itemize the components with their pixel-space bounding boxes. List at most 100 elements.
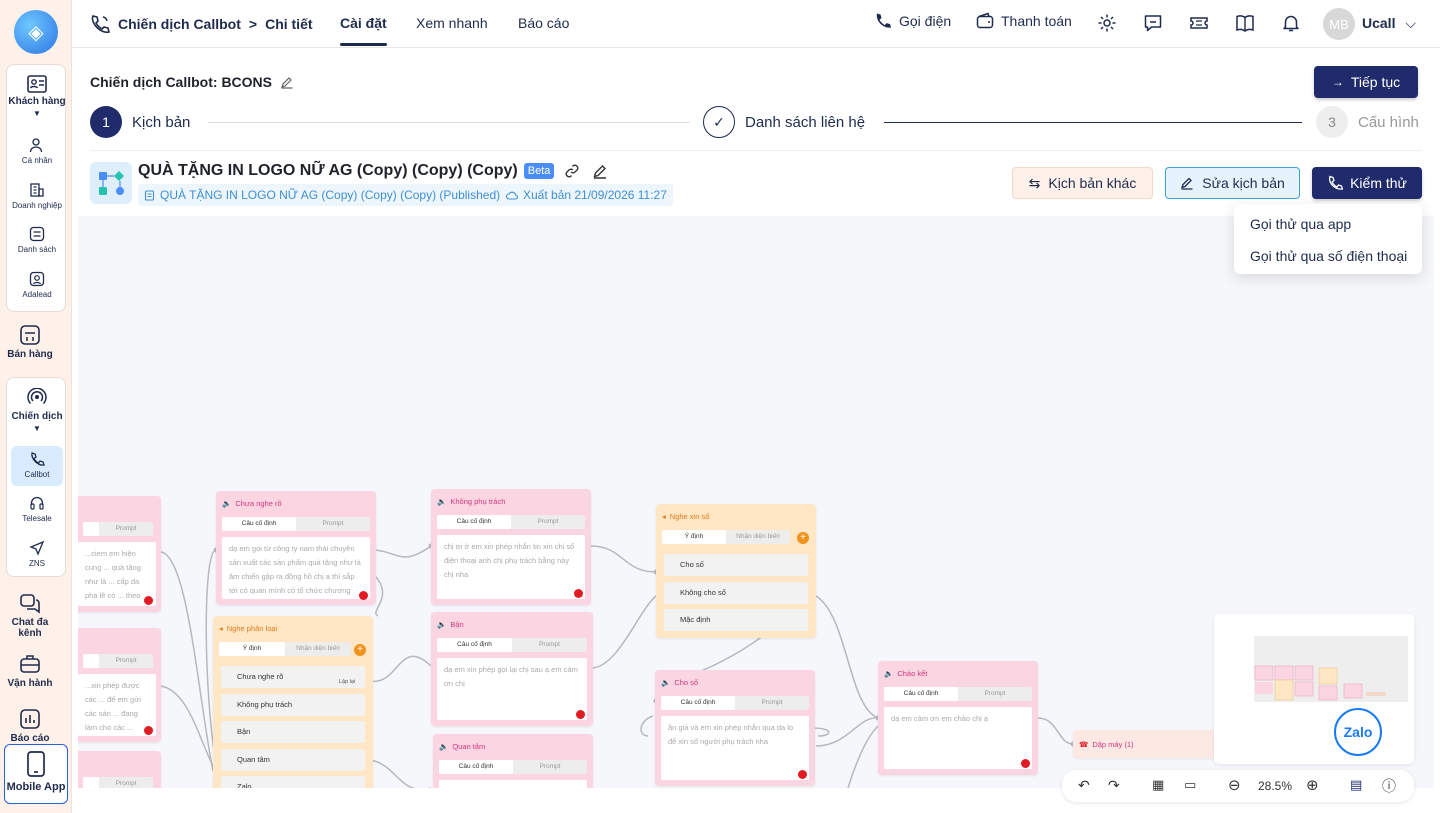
flow-node[interactable]: Prompt ...ciem em hiện cung ... quà tặng… xyxy=(78,496,161,612)
step-script[interactable]: 1 Kịch bản xyxy=(90,106,190,138)
briefcase-icon xyxy=(20,655,40,673)
book-icon[interactable] xyxy=(1235,13,1255,33)
breadcrumb-root[interactable]: Chiến dịch Callbot xyxy=(118,16,241,32)
chart-icon xyxy=(20,709,40,729)
ticket-icon[interactable] xyxy=(1189,13,1209,33)
intent-option[interactable]: Không phụ trách xyxy=(221,694,365,716)
sidebar-item-list[interactable]: Danh sách xyxy=(7,226,67,254)
sidebar-item-telesale[interactable]: Telesale xyxy=(7,495,67,523)
smartphone-icon xyxy=(27,751,45,777)
intent-option[interactable]: Không cho số xyxy=(664,582,808,604)
app-logo-icon[interactable]: ◈ xyxy=(14,10,58,54)
intent-option[interactable]: Bận xyxy=(221,721,365,743)
pencil-icon[interactable] xyxy=(592,163,608,179)
zoom-in-icon[interactable]: ⊕ xyxy=(1306,776,1319,794)
sidebar-item-adalead[interactable]: Adalead xyxy=(7,271,67,299)
play-icon[interactable] xyxy=(144,726,153,735)
sidebar-item-business[interactable]: Doanh nghiệp xyxy=(7,182,67,210)
sidebar-item-callbot[interactable]: Callbot xyxy=(11,446,63,486)
phone-hangup-icon: ☎ xyxy=(1079,740,1089,749)
breadcrumb-separator: > xyxy=(248,16,258,32)
play-icon[interactable] xyxy=(574,589,583,598)
other-script-button[interactable]: ⇆ Kịch bản khác xyxy=(1012,167,1153,199)
flow-node-unclear[interactable]: 🔈 Chưa nghe rõ Câu cố định Prompt dạ em gọ… xyxy=(216,491,376,605)
continue-button[interactable]: → Tiếp tục xyxy=(1314,66,1418,98)
play-icon[interactable] xyxy=(576,710,585,719)
pencil-icon[interactable] xyxy=(280,75,294,89)
sidebar-item-zns[interactable]: ZNS xyxy=(7,540,67,568)
user-menu[interactable]: Ucall ⌵ xyxy=(1362,15,1416,32)
store-icon xyxy=(20,325,40,345)
message-icon[interactable] xyxy=(1143,13,1163,33)
tab-settings[interactable]: Cài đặt xyxy=(340,15,387,46)
test-button[interactable]: Kiểm thử xyxy=(1312,167,1422,199)
speaker-icon: ◂ xyxy=(662,512,666,521)
flow-node-not-in-charge[interactable]: 🔈 Không phụ trách Câu cố định Prompt chị ơ… xyxy=(431,489,591,605)
campaign-title: Chiến dịch Callbot: BCONS xyxy=(90,74,294,90)
edit-script-button[interactable]: Sửa kịch bản xyxy=(1165,167,1300,199)
chat-icon xyxy=(20,594,40,614)
layout-icon[interactable]: ▦ xyxy=(1152,777,1164,793)
flow-minimap[interactable] xyxy=(1214,614,1414,764)
customer-group: Khách hàng ▼ Cá nhân Doanh nghiệp Danh s… xyxy=(6,64,66,312)
zoom-out-icon[interactable]: ⊖ xyxy=(1228,776,1241,794)
sidebar-item-report[interactable]: Báo cáo xyxy=(0,708,60,744)
plus-icon[interactable]: + xyxy=(797,532,809,544)
building-icon xyxy=(30,183,44,197)
flow-node-interested[interactable]: 🔈 Quan tâm Câu cố định Prompt xyxy=(433,734,593,788)
flow-node-give-number[interactable]: 🔈 Cho số Câu cố định Prompt ần giá và em x… xyxy=(655,670,815,786)
play-icon[interactable] xyxy=(1021,759,1030,768)
zalo-chat-button[interactable]: Zalo xyxy=(1334,708,1382,756)
sidebar-item-operations[interactable]: Vận hành xyxy=(0,653,60,689)
intent-option[interactable]: Quan tâm xyxy=(221,749,365,771)
bell-icon[interactable] xyxy=(1281,13,1301,33)
cloud-upload-icon xyxy=(506,191,518,200)
tab-quick-view[interactable]: Xem nhanh xyxy=(416,15,488,31)
pencil-icon xyxy=(1181,177,1193,190)
speaker-icon: 🔈 xyxy=(884,669,894,678)
tab-report[interactable]: Báo cáo xyxy=(518,15,569,31)
flow-node-busy[interactable]: 🔈 Bận Câu cố định Prompt dạ em xin phép gọ… xyxy=(431,612,593,726)
sidebar-item-campaign[interactable]: Chiến dịch ▼ xyxy=(7,388,67,433)
link-icon[interactable] xyxy=(564,163,580,179)
sidebar-item-omnichat[interactable]: Chat đa kênh xyxy=(0,592,60,639)
avatar[interactable]: MB xyxy=(1323,8,1355,40)
help-icon[interactable]: ⓘ xyxy=(1382,776,1396,796)
published-version-chip[interactable]: QUÀ TẶNG IN LOGO NỮ AG (Copy) (Copy) (Co… xyxy=(138,184,507,206)
test-via-app-item[interactable]: Gọi thử qua app xyxy=(1234,210,1422,242)
intent-option[interactable]: Zalo xyxy=(221,776,365,788)
flow-node-hangup[interactable]: ☎ Dập máy (1) xyxy=(1073,730,1223,758)
speaker-icon: 🔈 xyxy=(439,742,449,751)
swap-icon: ⇆ xyxy=(1028,174,1041,191)
intent-option[interactable]: Cho số xyxy=(664,554,808,576)
sidebar-item-sales[interactable]: Bán hàng xyxy=(0,324,60,360)
headset-icon xyxy=(30,496,44,510)
test-call-menu: Gọi thử qua app Gọi thử qua số điện thoạ… xyxy=(1234,204,1422,274)
sidebar-item-personal[interactable]: Cá nhân xyxy=(7,137,67,165)
contact-card-icon xyxy=(27,75,47,93)
play-icon[interactable] xyxy=(798,770,807,779)
flow-node-goodbye[interactable]: 🔈 Chào kết Câu cố định Prompt dạ em cảm ơn… xyxy=(878,661,1038,775)
redo-icon[interactable]: ↷ xyxy=(1108,777,1120,794)
flow-node[interactable]: Prompt xyxy=(78,751,161,788)
undo-icon[interactable]: ↶ xyxy=(1078,777,1090,794)
fit-view-icon[interactable]: ▭ xyxy=(1184,777,1196,793)
plus-icon[interactable]: + xyxy=(354,644,366,656)
flow-node[interactable]: Prompt ...xin phép được các ... để em gử… xyxy=(78,628,161,742)
step-contact-list[interactable]: ✓ Danh sách liên hệ xyxy=(703,106,865,138)
play-icon[interactable] xyxy=(144,596,153,605)
play-icon[interactable] xyxy=(359,591,368,600)
flow-node-classify[interactable]: ◂ Nghe phân loại Ý định Nhận diện biến + C… xyxy=(213,616,373,788)
call-button[interactable]: Gọi điện xyxy=(874,12,951,30)
users-icon xyxy=(29,138,43,153)
minimap-toggle-icon[interactable]: ▤ xyxy=(1350,777,1362,793)
gear-icon[interactable] xyxy=(1097,13,1117,33)
phone-icon xyxy=(1329,175,1344,190)
test-via-phone-item[interactable]: Gọi thử qua số điện thoại xyxy=(1234,242,1422,274)
flow-node-ask-number[interactable]: ◂ Nghe xin số Ý định Nhận diện biến + Cho … xyxy=(656,504,816,638)
intent-option[interactable]: Mặc định xyxy=(664,609,808,631)
payment-button[interactable]: Thanh toán xyxy=(976,12,1072,30)
mobile-app-button[interactable]: Mobile App xyxy=(4,744,68,804)
sidebar-item-customers[interactable]: Khách hàng ▼ xyxy=(7,75,67,118)
step-config[interactable]: 3 Cấu hình xyxy=(1316,106,1419,138)
